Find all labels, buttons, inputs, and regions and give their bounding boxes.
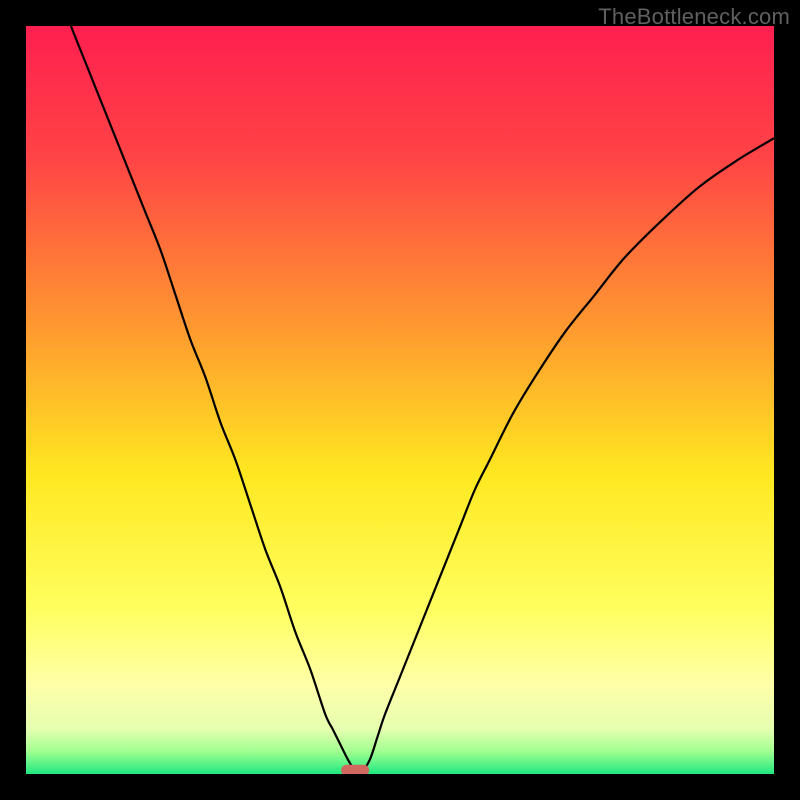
optimal-marker — [341, 765, 369, 774]
chart-container: TheBottleneck.com — [0, 0, 800, 800]
gradient-background — [26, 26, 774, 774]
plot-area — [26, 26, 774, 774]
chart-svg — [26, 26, 774, 774]
watermark-text: TheBottleneck.com — [598, 4, 790, 30]
